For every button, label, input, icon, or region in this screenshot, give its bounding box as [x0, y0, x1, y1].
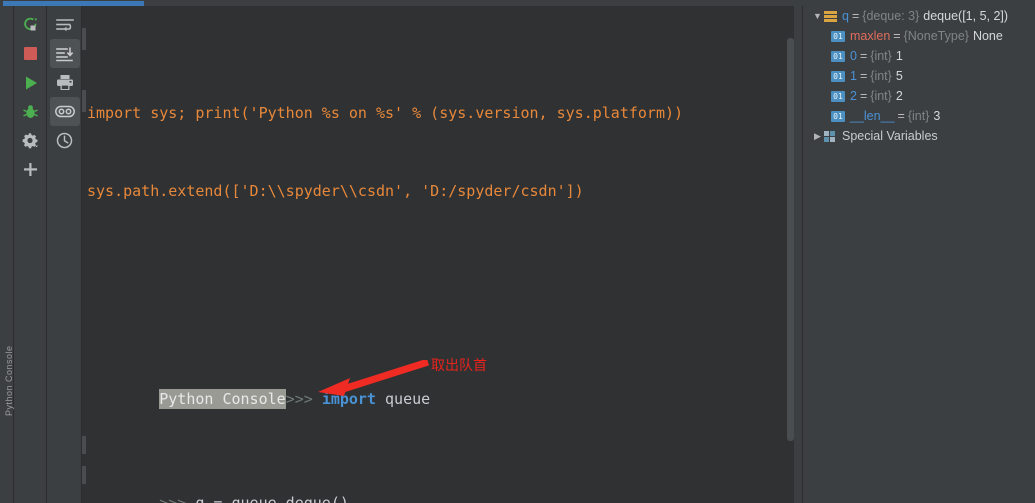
equals-sign: = [859, 69, 868, 83]
show-variables-button[interactable] [50, 97, 80, 126]
variable-name: maxlen [850, 29, 891, 43]
console-header-line: import sys; print('Python %s on %s' % (s… [87, 104, 684, 122]
debug-icon [23, 104, 38, 118]
chevron-right-icon[interactable]: ▶ [811, 126, 824, 146]
int-value-icon: 01 [831, 30, 845, 42]
python-console-window: Python Console import sys; print('Python… [0, 0, 1035, 503]
variable-row[interactable]: 01 2 = {int} 2 [803, 86, 1035, 106]
variable-value: 1 [895, 49, 903, 63]
show-variables-icon [55, 105, 75, 118]
variable-type: {int} [870, 69, 892, 83]
run-icon [25, 76, 37, 89]
stop-button[interactable] [14, 39, 47, 68]
variable-type: {int} [870, 49, 892, 63]
int-value-icon: 01 [831, 90, 845, 102]
console-gutter-mark [82, 90, 86, 112]
console-gutter-mark [82, 466, 86, 484]
int-value-icon: 01 [831, 70, 845, 82]
rerun-button[interactable] [14, 10, 47, 39]
history-icon [56, 132, 73, 149]
debug-button[interactable] [14, 97, 47, 126]
variable-value: 5 [895, 69, 903, 83]
console-scrollbar-thumb[interactable] [787, 38, 794, 441]
console-gutter-mark [82, 436, 86, 454]
deque-icon [824, 10, 837, 23]
variable-type: {int} [907, 109, 930, 123]
execute-button[interactable] [14, 68, 47, 97]
variables-panel: ▼ q = {deque: 3} deque([1, 5, 2]) 01 max… [802, 6, 1035, 503]
stop-icon [24, 47, 37, 60]
variable-row[interactable]: 01 0 = {int} 1 [803, 46, 1035, 66]
print-button[interactable] [48, 68, 81, 97]
special-variables-icon [824, 130, 837, 143]
code-text: q = queue.deque() [195, 494, 349, 503]
variable-name: q [842, 9, 849, 23]
variable-row[interactable]: 01 __len__ = {int} 3 [803, 106, 1035, 126]
int-value-icon: 01 [831, 110, 845, 122]
variable-value: 3 [933, 109, 941, 123]
variable-type: {NoneType} [903, 29, 969, 43]
variable-row[interactable]: ▼ q = {deque: 3} deque([1, 5, 2]) [803, 6, 1035, 26]
special-variables-label: Special Variables [842, 129, 938, 143]
scroll-to-end-button[interactable] [50, 39, 80, 68]
gear-icon [22, 133, 38, 149]
variable-value: deque([1, 5, 2]) [923, 9, 1009, 23]
print-icon [56, 75, 73, 90]
equals-sign: = [859, 89, 868, 103]
variable-type: {int} [870, 89, 892, 103]
plus-icon [24, 163, 37, 176]
tool-window-label[interactable]: Python Console [4, 326, 14, 416]
variable-row[interactable]: 01 maxlen = {NoneType} None [803, 26, 1035, 46]
console-gutter-mark [82, 28, 86, 50]
console-tag: Python Console [159, 389, 286, 409]
variable-name: 2 [850, 89, 857, 103]
settings-button[interactable] [14, 126, 47, 155]
variable-value: None [972, 29, 1003, 43]
run-toolbar [14, 6, 47, 503]
variable-type: {deque: 3} [862, 9, 920, 23]
prompt: >>> [159, 494, 187, 503]
soft-wrap-button[interactable] [48, 10, 81, 39]
console-line: >>> q = queue.deque() [87, 464, 793, 503]
variable-name: 1 [850, 69, 857, 83]
prompt: >>> [285, 390, 313, 408]
tool-window-strip[interactable]: Python Console [0, 6, 14, 503]
equals-sign: = [897, 109, 905, 123]
equals-sign: = [859, 49, 868, 63]
variable-name: __len__ [850, 109, 895, 123]
console-text: import sys; print('Python %s on %s' % (s… [82, 6, 793, 503]
variable-name: 0 [850, 49, 857, 63]
variable-row[interactable]: 01 1 = {int} 5 [803, 66, 1035, 86]
new-console-button[interactable] [14, 155, 47, 184]
chevron-down-icon[interactable]: ▼ [811, 6, 824, 26]
annotation-label: 取出队首 [431, 358, 487, 374]
browse-history-button[interactable] [48, 126, 81, 155]
scroll-to-end-icon [56, 47, 74, 61]
equals-sign: = [893, 29, 901, 43]
annotation-arrow [318, 360, 430, 396]
equals-sign: = [851, 9, 860, 23]
soft-wrap-icon [55, 18, 74, 31]
console-header-line: sys.path.extend(['D:\\spyder\\csdn', 'D:… [87, 182, 584, 200]
special-variables-row[interactable]: ▶ Special Variables [803, 126, 1035, 146]
int-value-icon: 01 [831, 50, 845, 62]
console-output-area[interactable]: import sys; print('Python %s on %s' % (s… [82, 6, 793, 503]
rerun-icon [24, 17, 37, 31]
console-toolbar [48, 6, 82, 503]
variable-value: 2 [895, 89, 903, 103]
